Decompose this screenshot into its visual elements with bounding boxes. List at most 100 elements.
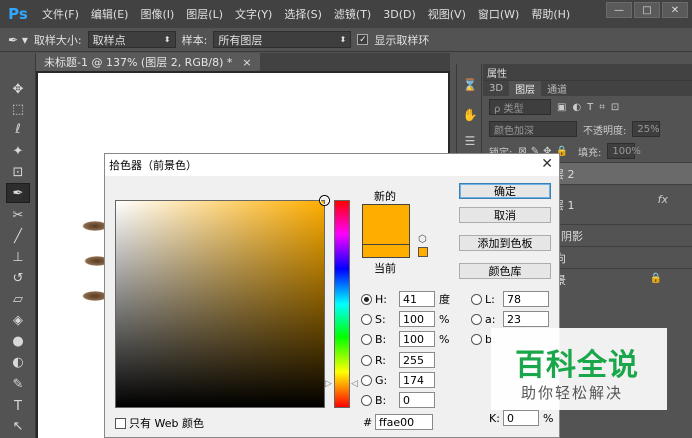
maximize-button[interactable]: □ [634,2,660,18]
minimize-button[interactable]: — [606,2,632,18]
menu-type[interactable]: 文字(Y) [229,6,278,22]
hue-input[interactable]: 41 [399,291,435,307]
menu-filter[interactable]: 滤镜(T) [328,6,377,22]
tab-channels[interactable]: 通道 [541,81,573,96]
document-tab[interactable]: 未标题-1 @ 137% (图层 2, RGB/8) * × [36,53,260,71]
pen-tool-icon[interactable]: ✎ [6,374,30,394]
close-tab-icon[interactable]: × [242,56,251,69]
a-radio[interactable] [471,313,482,325]
filter-icons[interactable]: ▣◐T⌗⊡ [557,102,625,113]
color-libraries-button[interactable]: 颜色库 [459,263,551,279]
color-marker[interactable] [320,196,329,205]
dialog-title-bar: 拾色器（前景色） ✕ [105,154,559,176]
web-safe-swatch-icon[interactable] [418,247,428,257]
history-panel-icon[interactable]: ⌛ [461,76,479,94]
watermark: 百科全说 助你轻松解决 [491,328,667,410]
tab-layers[interactable]: 图层 [509,81,542,96]
blue-input[interactable]: 0 [399,392,435,408]
eyedropper-tool-icon[interactable]: ✒ [6,183,30,203]
menu-help[interactable]: 帮助(H) [525,6,576,22]
close-icon[interactable]: ✕ [541,156,553,172]
magic-wand-tool-icon[interactable]: ✦ [6,141,30,161]
crop-tool-icon[interactable]: ⊡ [6,162,30,182]
healing-brush-tool-icon[interactable]: ✂ [6,205,30,225]
b-lab-radio[interactable] [471,333,482,345]
web-colors-only-checkbox[interactable] [115,417,126,429]
green-input[interactable]: 174 [399,372,435,388]
menu-image[interactable]: 图像(I) [134,6,180,22]
brightness-input[interactable]: 100 [399,331,435,347]
saturation-input[interactable]: 100 [399,311,435,327]
move-tool-icon[interactable]: ✥ [6,79,30,99]
menu-select[interactable]: 选择(S) [278,6,328,22]
stamp-tool-icon[interactable]: ⊥ [6,247,30,267]
blue-radio[interactable] [361,394,372,406]
menu-window[interactable]: 窗口(W) [472,6,525,22]
cube-icon[interactable]: ⬡ [418,234,427,245]
hex-field-row: # ffae00 [363,414,433,430]
add-to-swatches-button[interactable]: 添加到色板 [459,235,551,251]
saturation-label: S: [375,312,386,326]
lasso-tool-icon[interactable]: ℓ [6,119,30,139]
hue-radio[interactable] [361,293,372,305]
saturation-radio[interactable] [361,313,372,325]
properties-title[interactable]: 属性 [487,65,507,80]
close-window-button[interactable]: ✕ [662,2,688,18]
sample-select[interactable]: 所有图层 ⬍ [213,31,352,48]
layer-filter-select[interactable]: ρ 类型 [489,99,551,115]
saturation-brightness-field[interactable] [115,196,329,408]
type-tool-icon[interactable]: T [6,396,30,416]
fill-input[interactable]: 100% [607,143,641,159]
history-brush-tool-icon[interactable]: ↺ [6,268,30,288]
web-colors-only-row: 只有 Web 颜色 [115,415,204,431]
new-color-swatch [362,204,410,244]
adjustments-icon[interactable]: ☰ [461,132,479,150]
sample-size-select[interactable]: 取样点 ⬍ [87,31,176,48]
saturation-field-row: S: 100 % [361,311,449,327]
brush-tool-icon[interactable]: ╱ [6,226,30,246]
hue-slider-left-arrow-icon[interactable]: ▷ [325,379,332,389]
paint-bucket-tool-icon[interactable]: ◈ [6,310,30,330]
cancel-button[interactable]: 取消 [459,207,551,223]
lightness-input[interactable]: 78 [503,291,549,307]
brightness-unit: % [439,332,450,346]
brightness-label: B: [375,332,387,346]
menu-view[interactable]: 视图(V) [422,6,472,22]
hue-slider-right-arrow-icon[interactable]: ◁ [351,379,358,389]
a-input[interactable]: 23 [503,311,549,327]
eyedropper-preset-icon[interactable]: ✒ ▾ [8,33,28,47]
marquee-tool-icon[interactable]: ⬚ [6,99,30,119]
current-color-swatch[interactable] [362,244,410,258]
sampling-ring-checkbox[interactable]: ✓ [357,34,369,45]
blur-tool-icon[interactable]: ● [6,331,30,351]
layer-name: 阴影 [561,229,583,243]
eraser-tool-icon[interactable]: ▱ [6,289,30,309]
menu-file[interactable]: 文件(F) [36,6,85,22]
blend-mode-select[interactable]: 颜色加深 [489,121,577,137]
hue-slider[interactable] [334,200,350,408]
watermark-subtitle: 助你轻松解决 [521,384,624,402]
tools-panel: ✥ ⬚ ℓ ✦ ⊡ ✒ ✂ ╱ ⊥ ↺ ▱ ◈ ● ◐ ✎ T ↖ [0,53,36,438]
menu-edit[interactable]: 编辑(E) [85,6,135,22]
sample-label: 样本: [181,33,208,47]
red-radio[interactable] [361,354,372,366]
photoshop-logo: Ps [8,5,28,23]
opacity-input[interactable]: 25% [632,121,661,137]
menu-3d[interactable]: 3D(D) [377,8,422,21]
tool-presets-icon[interactable]: ✋ [461,106,479,124]
menu-layer[interactable]: 图层(L) [180,6,229,22]
black-input[interactable]: 0 [503,410,539,426]
fx-badge[interactable]: fx [658,193,668,206]
hex-input[interactable]: ffae00 [375,414,433,430]
tab-3d[interactable]: 3D [483,81,509,96]
path-selection-tool-icon[interactable]: ↖ [6,416,30,436]
hue-field-row: H: 41 度 [361,291,450,307]
dodge-tool-icon[interactable]: ◐ [6,352,30,372]
brightness-radio[interactable] [361,333,372,345]
brightness-field-row: B: 100 % [361,331,449,347]
red-input[interactable]: 255 [399,352,435,368]
ok-button[interactable]: 确定 [459,183,551,199]
lightness-radio[interactable] [471,293,482,305]
green-radio[interactable] [361,374,372,386]
web-colors-only-label: 只有 Web 颜色 [129,417,204,430]
